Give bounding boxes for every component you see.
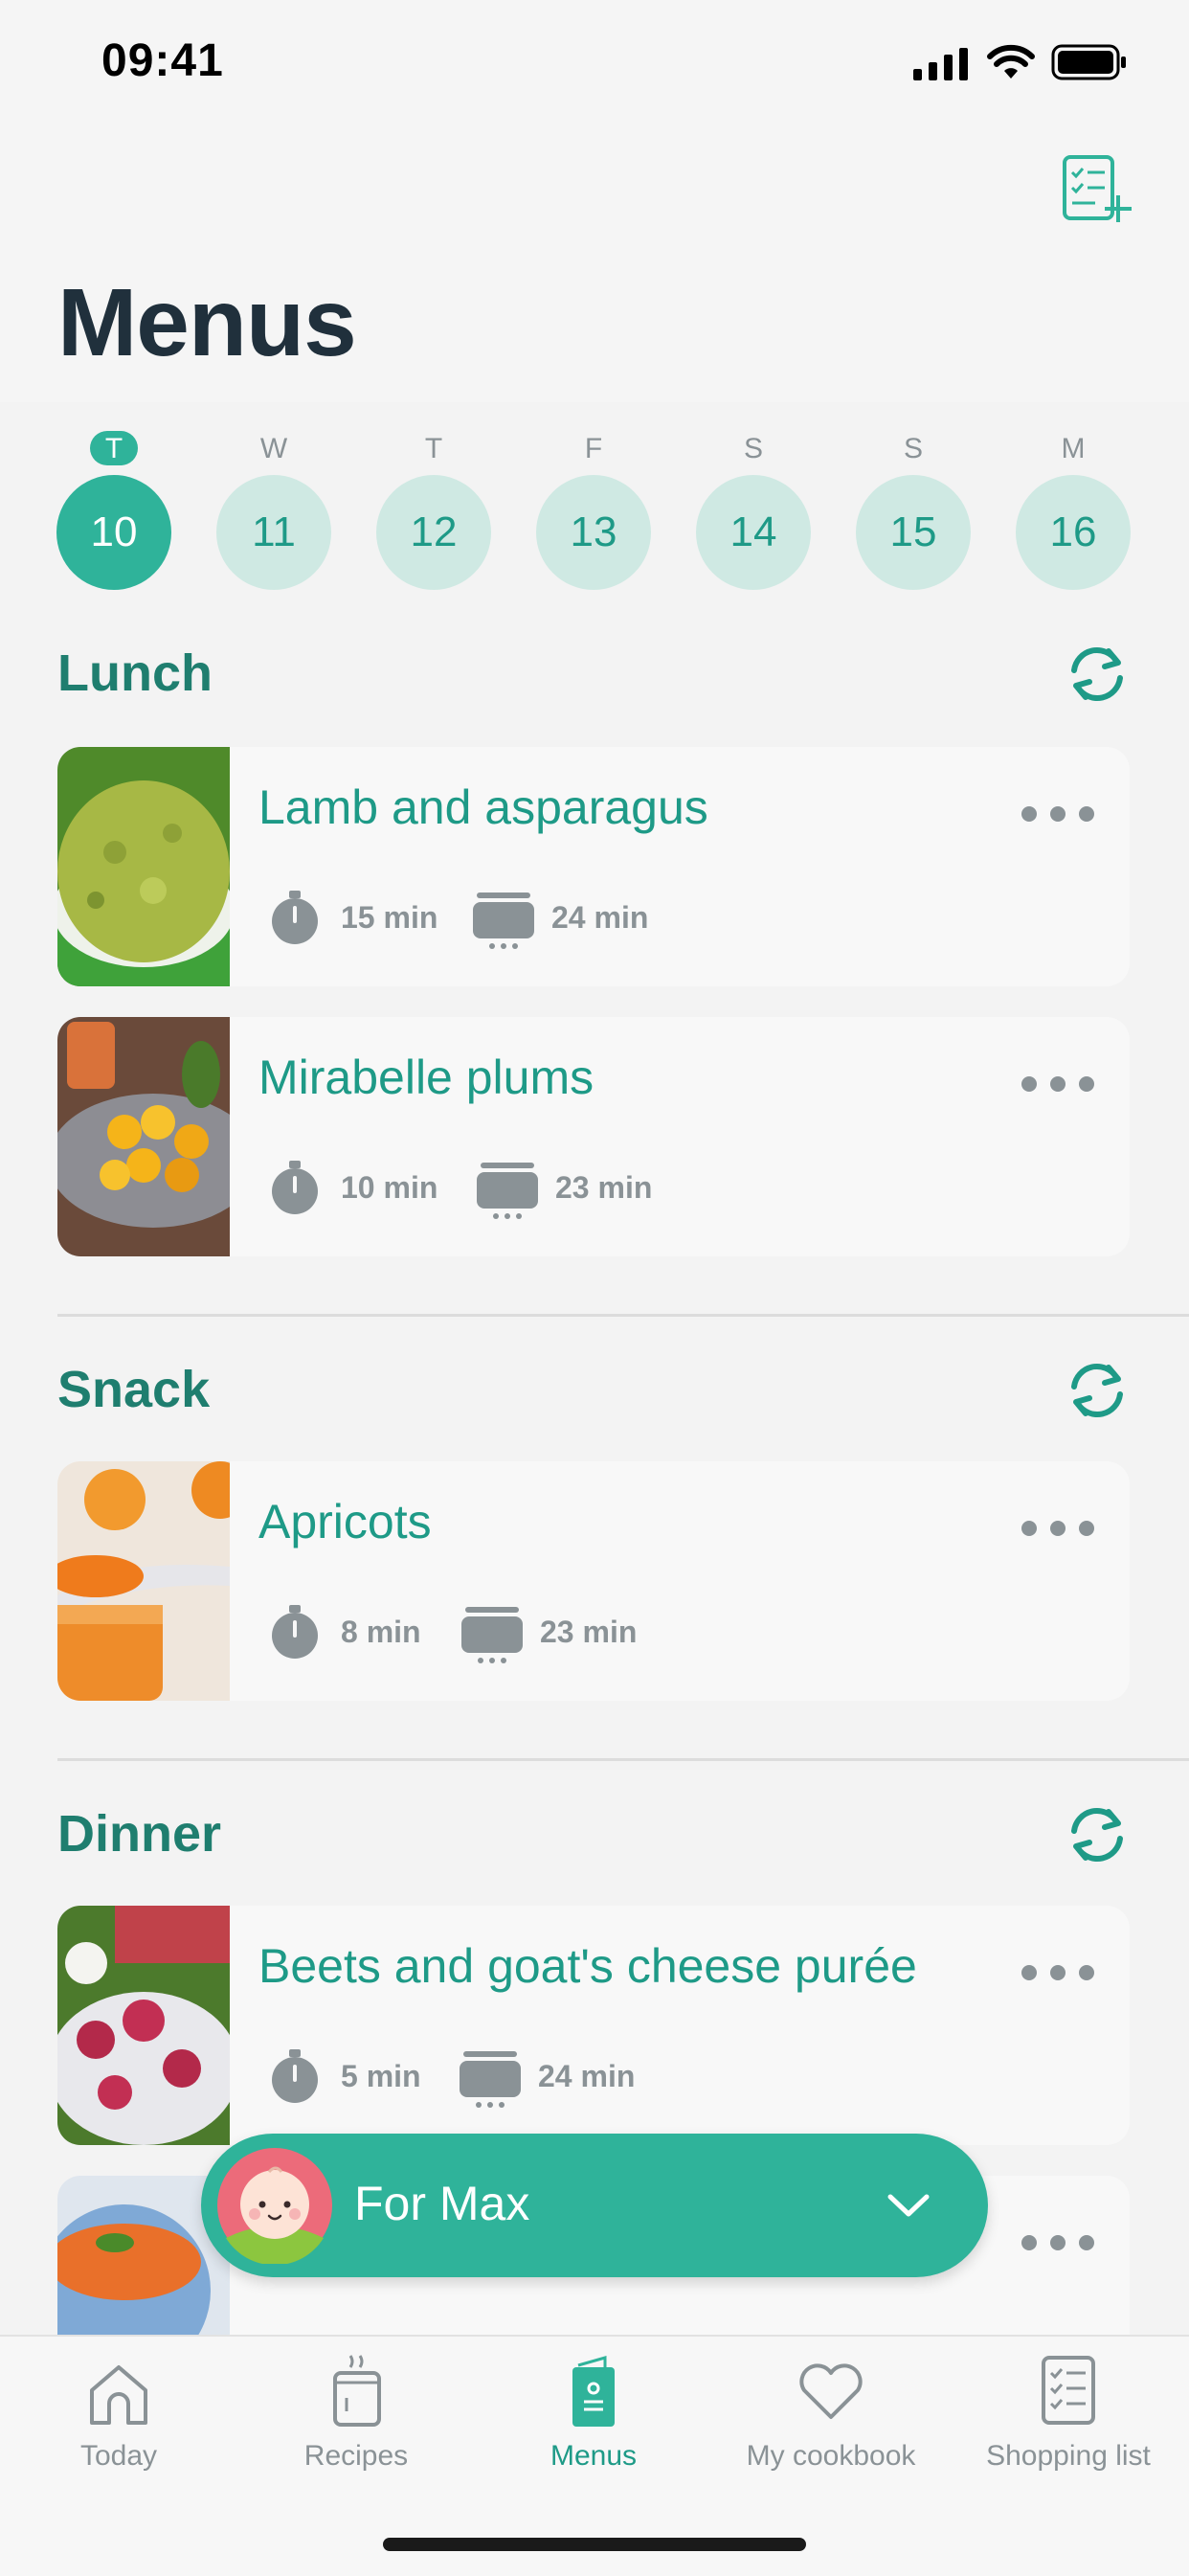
tab-label: Shopping list [986, 2440, 1151, 2472]
section-title-snack: Snack [57, 1361, 211, 1418]
recipe-title: Apricots [258, 1495, 432, 1548]
weekday-label: M [1061, 433, 1086, 464]
cook-time: 24 min [551, 900, 649, 935]
prep-time: 8 min [341, 1615, 421, 1649]
weekday-label: S [743, 433, 763, 464]
prep-time: 10 min [341, 1170, 438, 1205]
cook-time-icon [477, 1159, 538, 1220]
recipe-title: Beets and goat's cheese purée [258, 1939, 917, 1993]
section-divider [57, 1314, 1189, 1317]
chevron-down-icon[interactable] [886, 2189, 931, 2222]
profile-label: For Max [354, 2177, 530, 2230]
page-title: Menus [57, 269, 357, 376]
add-shopping-list-icon[interactable] [1061, 153, 1132, 224]
cook-time-icon [473, 889, 534, 950]
recipe-image [57, 1461, 230, 1701]
tab-recipes[interactable]: Recipes [237, 2337, 475, 2490]
tab-menus[interactable]: Menus [475, 2337, 712, 2490]
status-bar: 09:41 [0, 0, 1189, 134]
cook-time: 23 min [540, 1615, 638, 1649]
prep-time-icon [266, 1159, 324, 1216]
cook-time-icon [460, 2047, 521, 2109]
recipe-card[interactable]: Apricots 8 min 23 min [57, 1461, 1130, 1701]
tab-label: Today [79, 2440, 158, 2472]
refresh-icon[interactable] [1061, 638, 1133, 711]
recipe-card[interactable]: Lamb and asparagus 15 min 24 min [57, 747, 1130, 986]
tab-label: Recipes [303, 2440, 409, 2472]
tab-shopping-list[interactable]: Shopping list [950, 2337, 1187, 2490]
signal-icon [913, 48, 968, 80]
tab-label: Menus [550, 2440, 638, 2472]
day-button[interactable]: 14 [696, 475, 811, 590]
tab-my-cookbook[interactable]: My cookbook [712, 2337, 950, 2490]
prep-time: 5 min [341, 2059, 421, 2093]
day-button[interactable]: 13 [536, 475, 651, 590]
section-divider [57, 1758, 1189, 1761]
battery-icon [1051, 44, 1126, 80]
more-options-icon[interactable] [1020, 2233, 1096, 2252]
recipe-title: Lamb and asparagus [258, 780, 708, 834]
more-options-icon[interactable] [1020, 1963, 1096, 1982]
day-button[interactable]: 12 [376, 475, 491, 590]
prep-time-icon [266, 889, 324, 946]
day-button[interactable]: 10 [56, 475, 171, 590]
status-time: 09:41 [101, 35, 224, 86]
prep-time-icon [266, 1603, 324, 1661]
day-button[interactable]: 11 [216, 475, 331, 590]
weekday-label: S [903, 433, 923, 464]
more-options-icon[interactable] [1020, 1074, 1096, 1094]
recipe-image [57, 747, 230, 986]
menu-book-icon [572, 2356, 615, 2427]
weekday-label: T [424, 433, 443, 464]
recipe-image [57, 1906, 230, 2145]
baby-avatar [217, 2148, 332, 2264]
cook-time: 24 min [538, 2059, 636, 2093]
prep-time: 15 min [341, 900, 438, 935]
recipe-image [57, 1017, 230, 1256]
weekday-label: T [104, 433, 123, 464]
more-options-icon[interactable] [1020, 804, 1096, 824]
recipe-card[interactable]: Mirabelle plums 10 min 23 min [57, 1017, 1130, 1256]
profile-selector[interactable]: For Max [201, 2134, 988, 2277]
weekday-label: F [584, 433, 603, 464]
refresh-icon[interactable] [1061, 1798, 1133, 1871]
cook-time-icon [461, 1603, 523, 1664]
prep-time-icon [266, 2047, 324, 2105]
wifi-icon [987, 44, 1035, 79]
heart-icon [799, 2363, 863, 2419]
weekday-label: W [259, 433, 288, 464]
section-title-lunch: Lunch [57, 644, 213, 702]
tab-label: My cookbook [746, 2440, 916, 2472]
pot-icon [333, 2355, 381, 2427]
recipe-title: Mirabelle plums [258, 1051, 594, 1104]
house-icon [90, 2365, 147, 2425]
recipe-card[interactable]: Beets and goat's cheese purée 5 min 24 m… [57, 1906, 1130, 2145]
refresh-icon[interactable] [1061, 1354, 1133, 1427]
cook-time: 23 min [555, 1170, 653, 1205]
day-button[interactable]: 15 [856, 475, 971, 590]
section-title-dinner: Dinner [57, 1805, 222, 1863]
checklist-icon [1042, 2356, 1095, 2425]
tab-today[interactable]: Today [0, 2337, 237, 2490]
day-button[interactable]: 16 [1016, 475, 1131, 590]
more-options-icon[interactable] [1020, 1519, 1096, 1538]
home-indicator [383, 2538, 806, 2551]
